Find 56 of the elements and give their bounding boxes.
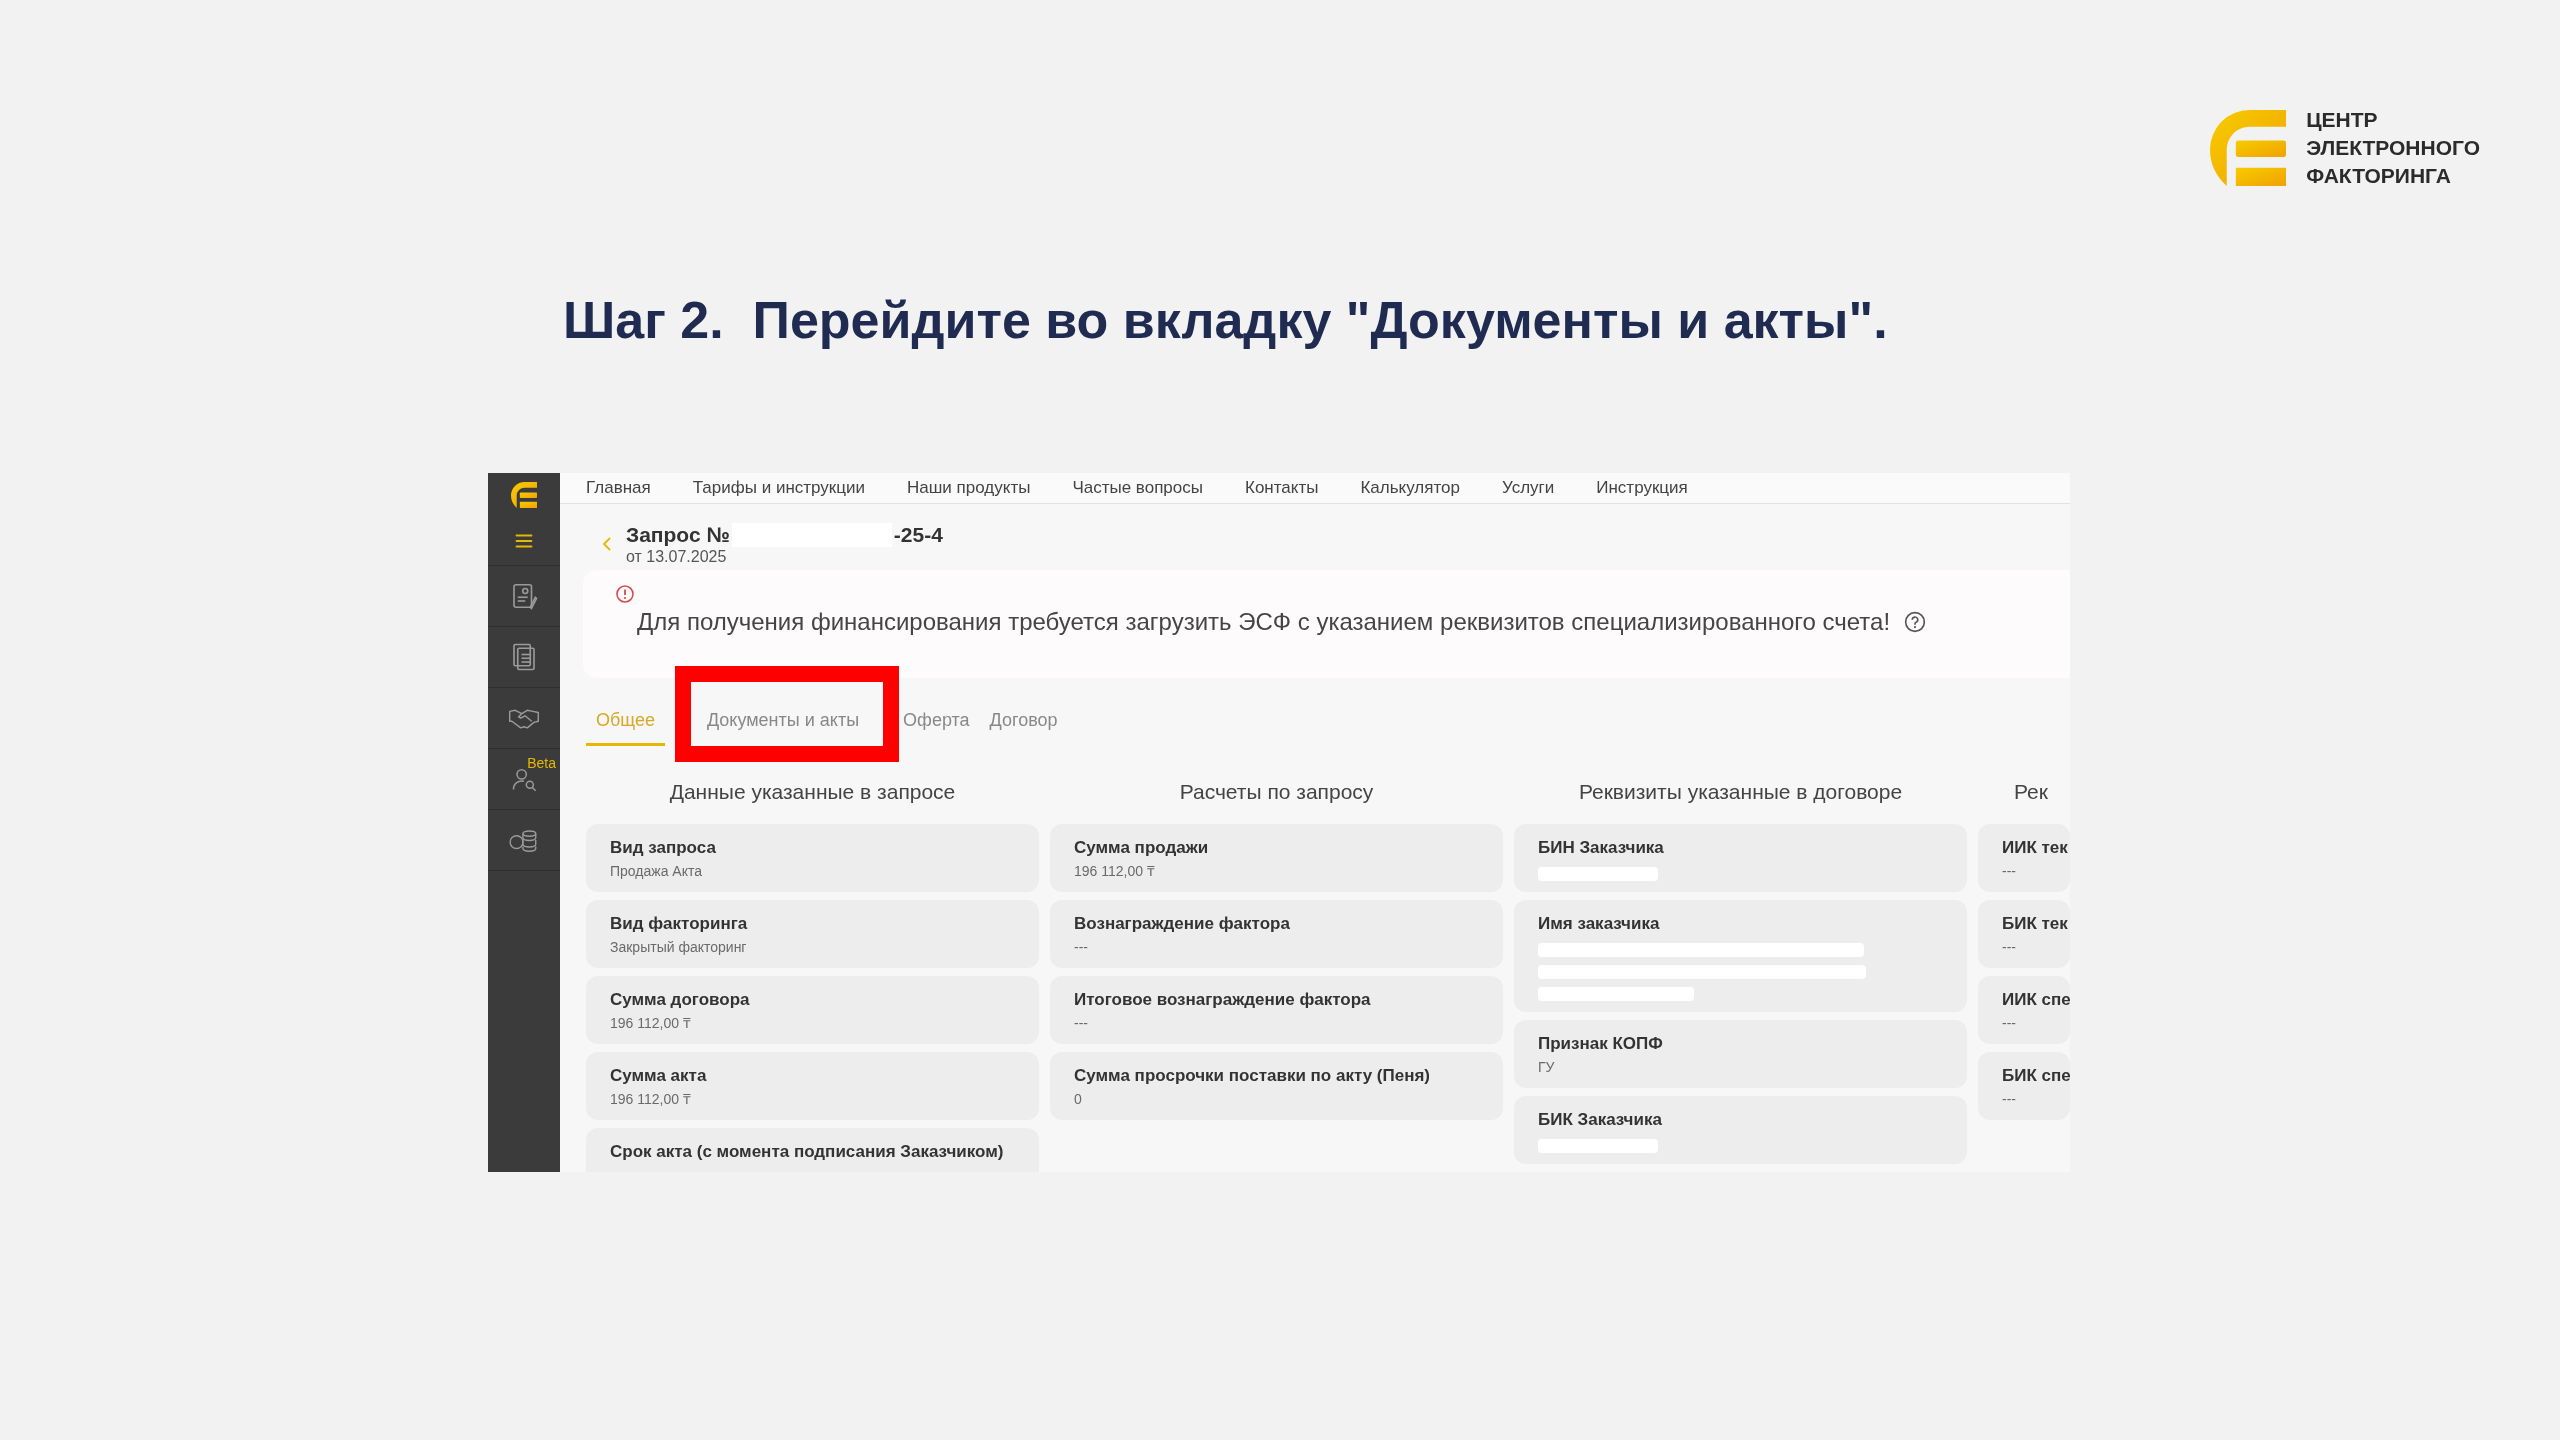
field-label: Вид запроса [610, 837, 716, 859]
nav-link[interactable]: Тарифы и инструкции [692, 478, 865, 498]
field-value: --- [2002, 862, 2016, 881]
logo-icon [2210, 110, 2287, 186]
field-label: Вид факторинга [610, 913, 748, 935]
field-label: Итоговое вознаграждение фактора [1074, 989, 1371, 1011]
field-value: 196 112,00 ₸ [610, 1014, 691, 1033]
field-label: Признак КОПФ [1538, 1033, 1663, 1055]
nav-link[interactable]: Калькулятор [1360, 478, 1460, 498]
brand-name-line: ЭЛЕКТРОННОГО [2306, 135, 2480, 161]
nav-link[interactable]: Контакты [1245, 478, 1319, 498]
column-heading: Рек [2013, 780, 2048, 805]
field-value: --- [2002, 1090, 2016, 1109]
field-value: --- [1074, 938, 1088, 957]
brand-name-line: ФАКТОРИНГА [2306, 163, 2452, 189]
field-label: ИИК тек [2002, 837, 2068, 859]
nav-link[interactable]: Услуги [1501, 478, 1555, 498]
column-heading: Данные указанные в запросе [669, 780, 956, 805]
field-label: Сумма просрочки поставки по акту (Пеня) [1074, 1065, 1431, 1087]
field-value: 0 [1074, 1090, 1082, 1109]
field-label: Сумма договора [610, 989, 750, 1011]
field-value: 196 112,00 ₸ [1074, 862, 1155, 881]
nav-link[interactable]: Инструкция [1596, 478, 1688, 498]
field-value: 196 112,00 ₸ [610, 1090, 691, 1109]
field-value: Продажа Акта [610, 862, 702, 881]
field-value: --- [1074, 1014, 1088, 1033]
field-value: --- [2002, 1014, 2016, 1033]
field-value: Закрытый факторинг [610, 938, 747, 957]
alert-message: Для получения финансирования требуется загрузить ЭСФ с указанием реквизитов специализированного счета! [637, 608, 1891, 636]
request-number: -25-4 [893, 522, 943, 548]
field-label: Срок акта (с момента подписания Заказчиком) [610, 1141, 1004, 1163]
help-icon[interactable] [1904, 611, 1927, 633]
field-label: ИИК спе [2002, 989, 2070, 1011]
slide-heading: Шаг 2. Перейдите во вкладку "Документы и акты". [563, 290, 1888, 351]
nav-link[interactable]: Наши продукты [907, 478, 1031, 498]
field-label: Имя заказчика [1538, 913, 1660, 935]
field-label: БИН Заказчика [1538, 837, 1664, 859]
warning-icon [615, 584, 635, 604]
field-label: БИК тек [2002, 913, 2068, 935]
request-date: от 13.07.2025 [626, 548, 728, 566]
request-title: Запрос № [626, 522, 730, 548]
brand-name-line: ЦЕНТР [2306, 107, 2379, 133]
field-label: Вознаграждение фактора [1074, 913, 1290, 935]
field-label: БИК Заказчика [1538, 1109, 1662, 1131]
nav-link[interactable]: Главная [586, 478, 651, 498]
field-label: Сумма акта [610, 1065, 707, 1087]
field-value: --- [2002, 938, 2016, 957]
field-value: ГУ [1538, 1058, 1555, 1077]
column-heading: Расчеты по запросу [1179, 780, 1374, 805]
handshake-icon[interactable] [508, 707, 540, 729]
column-heading: Реквизиты указанные в договоре [1578, 780, 1903, 805]
logo-icon[interactable] [511, 482, 537, 508]
field-label: БИК спе [2002, 1065, 2070, 1087]
nav-link[interactable]: Частые вопросы [1072, 478, 1203, 498]
field-label: Сумма продажи [1074, 837, 1209, 859]
beta-label: Beta [527, 755, 556, 771]
